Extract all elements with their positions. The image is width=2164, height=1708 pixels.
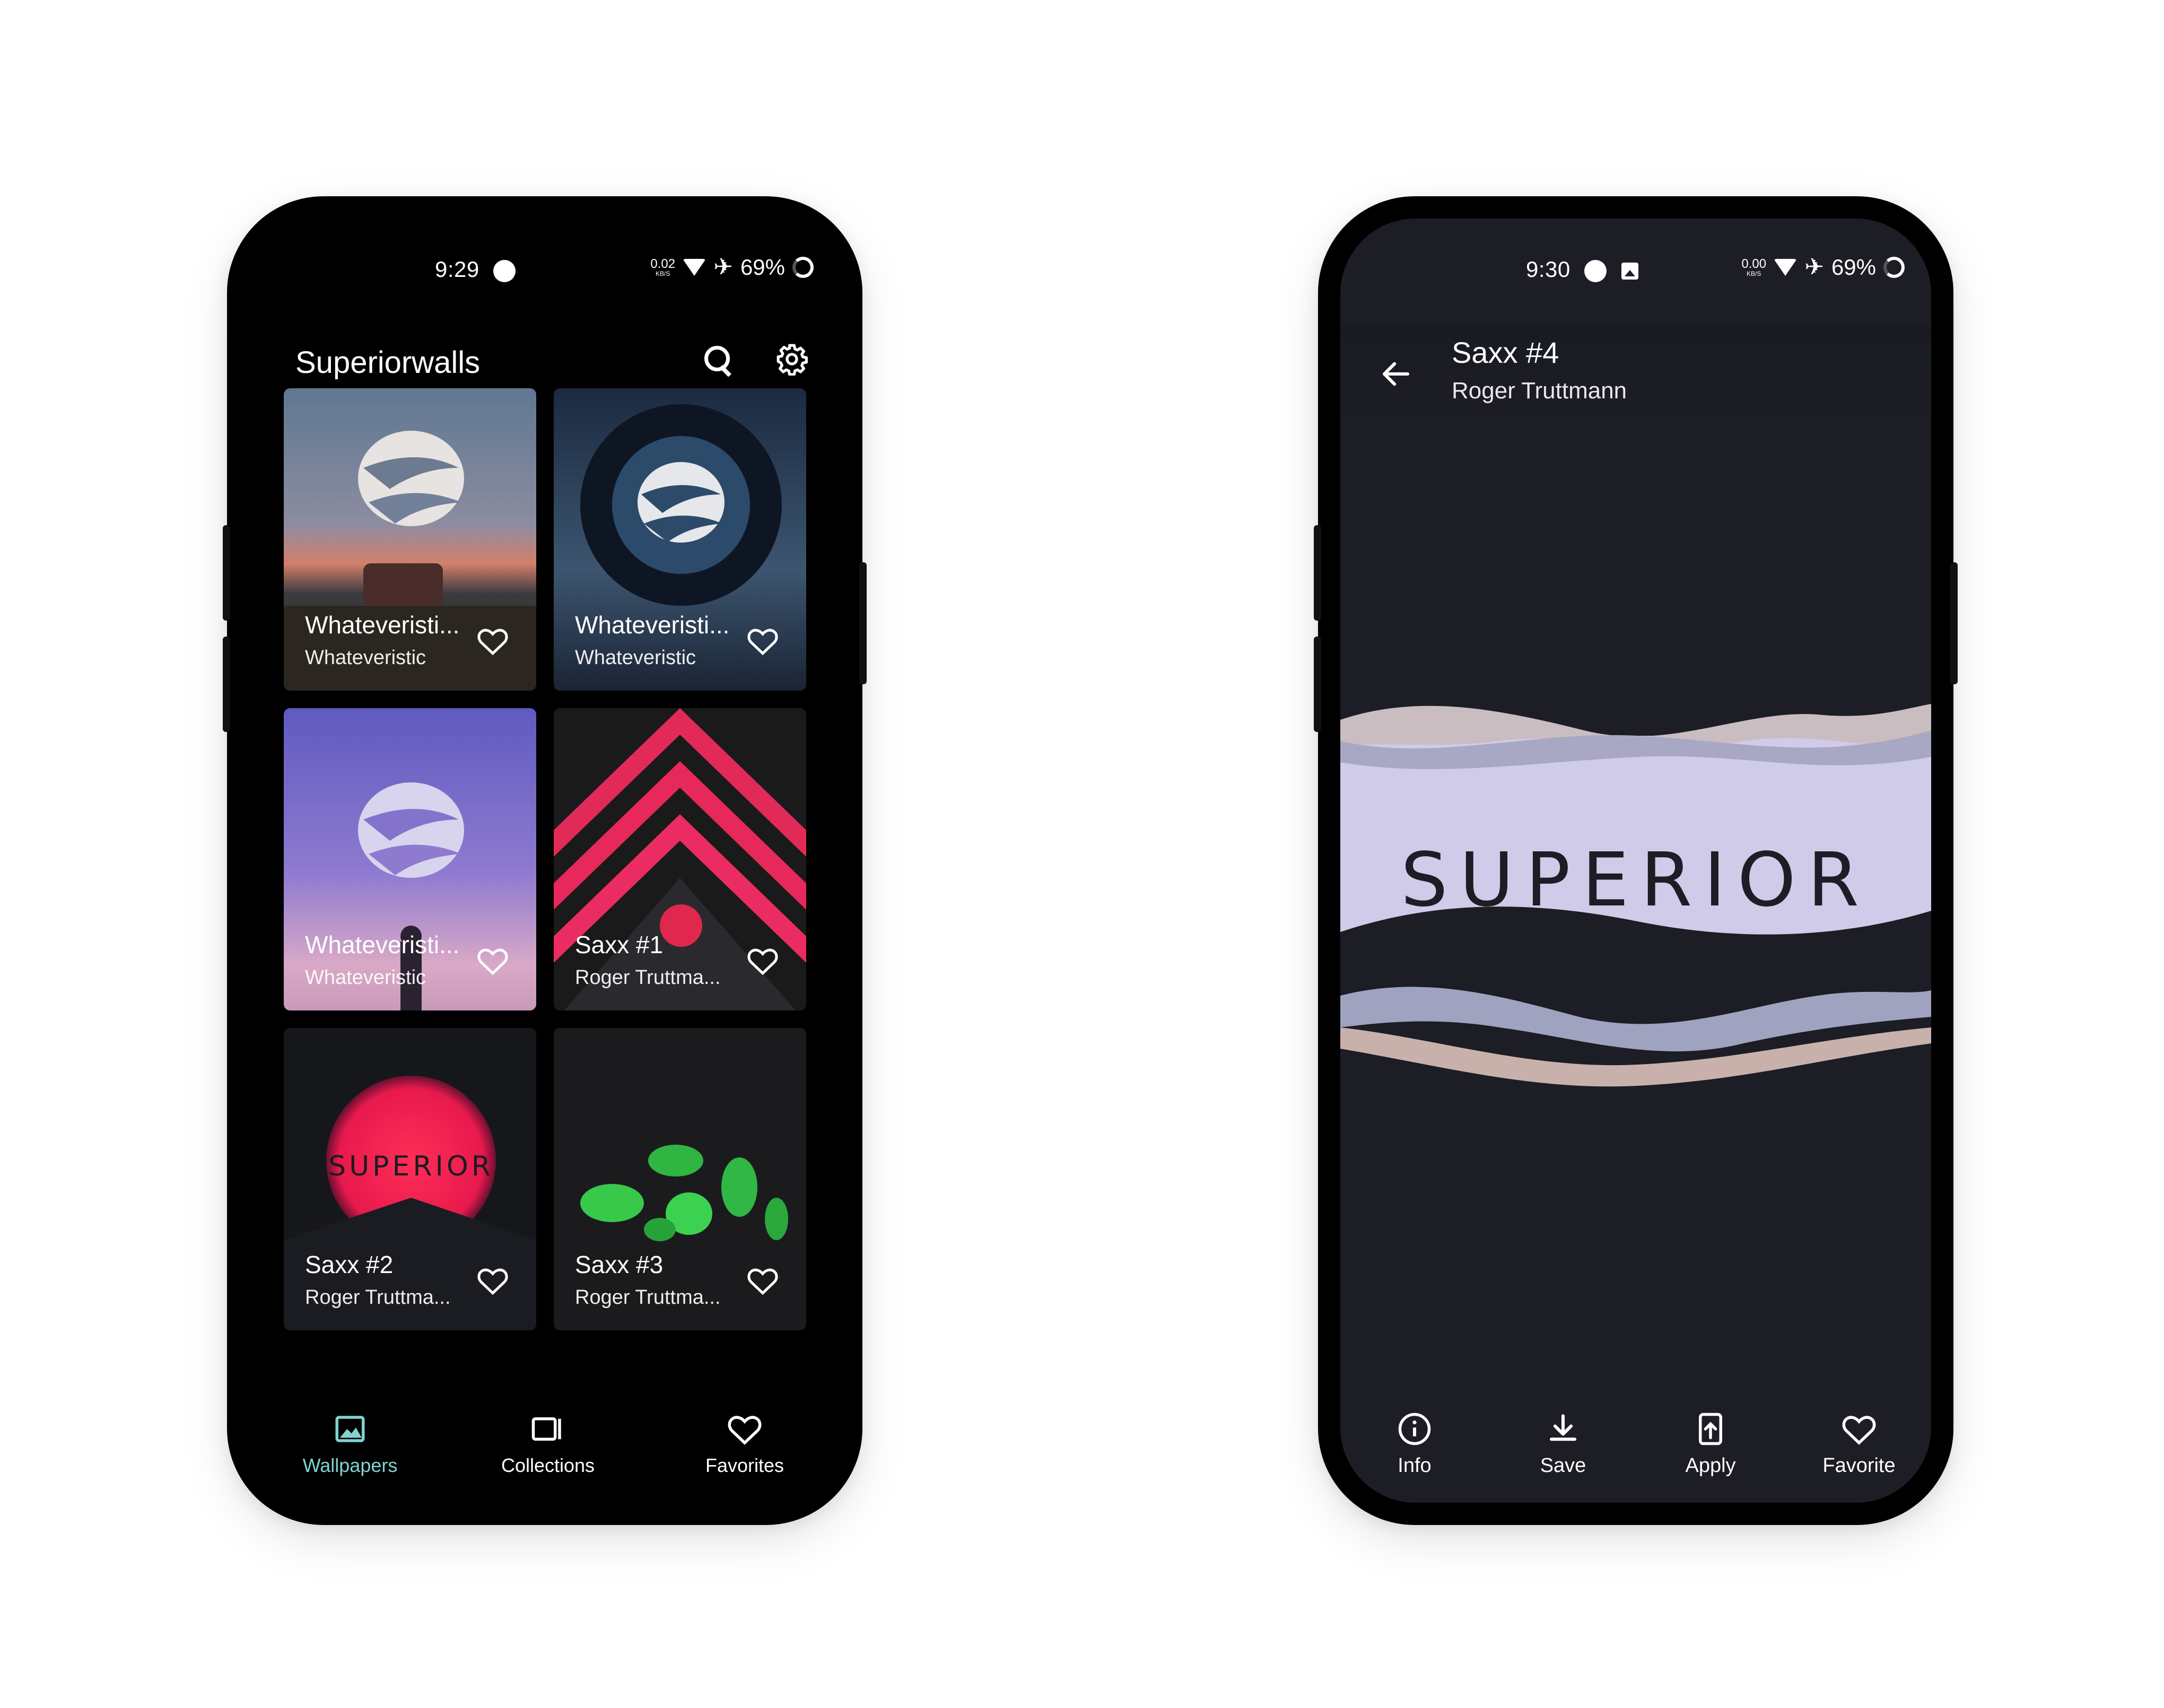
speed-value: 0.02 [650,257,676,271]
status-time: 9:30 [1526,257,1570,282]
heart-icon [728,1416,762,1445]
tile-author: Roger Truttma... [575,1286,721,1309]
wifi-icon [683,259,706,276]
network-speed: 0.02 KB/S [650,258,675,277]
status-bar: 9:30 0.00 KB/S ✈ 69% [1340,219,1931,325]
tile-author: Whateveristic [575,647,696,669]
action-label: Save [1540,1454,1586,1477]
nav-label: Collections [501,1454,595,1476]
nav-label: Wallpapers [302,1454,398,1476]
tile-title: Saxx #3 [575,1251,664,1278]
heart-icon[interactable] [477,1266,509,1295]
nav-wallpapers[interactable]: Wallpapers [270,1411,430,1477]
tile-title: Whateveristi... [575,611,730,639]
speed-unit: KB/S [656,270,670,277]
battery-percent: 69% [1831,255,1876,280]
phone-right: 9:30 0.00 KB/S ✈ 69% Saxx #4 Roger Trutt… [1314,196,1958,1525]
heart-icon[interactable] [747,626,779,656]
tile-caption: Saxx #3 Roger Truttma... [575,1250,721,1309]
wallpaper-title: Saxx #4 [1452,336,1559,369]
speed-unit: KB/S [1747,270,1761,277]
info-button[interactable]: Info [1351,1411,1478,1477]
volume-button [1314,637,1321,732]
power-button [1950,562,1958,684]
tile-caption: Whateveristi... Whateveristic [575,611,729,669]
gear-icon[interactable] [775,343,808,376]
tile-logo-text: SUPERIOR [328,1151,494,1182]
wallpaper-tile[interactable]: Whateveristi... Whateveristic [554,388,806,691]
volume-button [1314,525,1321,621]
tile-title: Whateveristi... [305,931,460,958]
info-icon [1398,1413,1431,1445]
volume-button [223,637,230,732]
image-notification-icon [1621,263,1638,280]
action-label: Favorite [1822,1454,1896,1477]
detail-header: Saxx #4 Roger Truttmann [1340,325,1931,431]
heart-icon[interactable] [477,946,509,975]
favorite-button[interactable]: Favorite [1795,1411,1923,1477]
action-bar: Info Save Apply Favorite [1340,1397,1931,1503]
notification-dot-icon [1584,260,1607,282]
volume-button [223,525,230,621]
heart-icon[interactable] [747,946,779,975]
action-label: Info [1398,1454,1432,1477]
network-speed: 0.00 KB/S [1741,258,1766,277]
heart-icon[interactable] [477,626,509,656]
action-label: Apply [1685,1454,1736,1477]
nav-favorites[interactable]: Favorites [665,1411,824,1477]
apply-button[interactable]: Apply [1647,1411,1774,1477]
wallpaper-tile[interactable]: Whateveristi... Whateveristic [284,708,536,1010]
tile-author: Roger Truttma... [305,1286,451,1309]
wallpaper-author: Roger Truttmann [1452,378,1627,404]
save-button[interactable]: Save [1499,1411,1627,1477]
airplane-icon: ✈ [1804,254,1824,280]
wallpaper-tile[interactable]: Saxx #1 Roger Truttma... [554,708,806,1010]
wifi-icon [1774,259,1797,276]
app-title: Superiorwalls [295,345,481,380]
airplane-icon: ✈ [713,254,733,280]
nav-label: Favorites [705,1454,784,1476]
notification-dot-icon [493,260,516,282]
back-arrow-icon[interactable] [1378,356,1413,391]
wallpaper-tile[interactable]: Saxx #3 Roger Truttma... [554,1028,806,1330]
tile-author: Roger Truttma... [575,966,721,989]
screen-right: 9:30 0.00 KB/S ✈ 69% Saxx #4 Roger Trutt… [1340,219,1931,1503]
battery-icon [1883,257,1905,278]
wallpaper-brand-text: SUPERIOR [1400,837,1871,923]
apply-icon [1699,1413,1722,1445]
battery-percent: 69% [740,255,785,280]
collections-icon [531,1417,561,1441]
bottom-navigation: Wallpapers Collections Favorites [249,1397,840,1503]
status-indicators: 0.02 KB/S ✈ 69% [650,255,814,280]
tile-author: Whateveristic [305,966,426,989]
search-icon[interactable] [702,344,734,376]
wallpaper-tile[interactable]: Whateveristi... Whateveristic [284,388,536,691]
download-icon [1549,1414,1577,1441]
wallpaper-tile[interactable]: SUPERIOR Saxx #2 Roger Truttma... [284,1028,536,1330]
screen-left: 9:29 0.02 KB/S ✈ 69% Superiorwalls Whate… [249,219,840,1503]
heart-icon[interactable] [747,1266,779,1295]
tile-caption: Whateveristi... Whateveristic [305,611,459,669]
battery-icon [792,257,814,278]
app-bar: Superiorwalls [249,325,840,394]
tile-title: Whateveristi... [305,611,460,639]
tile-title: Saxx #2 [305,1251,394,1278]
tile-caption: Whateveristi... Whateveristic [305,930,459,989]
tile-caption: Saxx #1 Roger Truttma... [575,930,721,989]
phone-left: 9:29 0.02 KB/S ✈ 69% Superiorwalls Whate… [223,196,867,1525]
status-time: 9:29 [435,257,479,282]
stage: 9:29 0.02 KB/S ✈ 69% Superiorwalls Whate… [0,0,2164,1708]
tile-caption: Saxx #2 Roger Truttma... [305,1250,451,1309]
power-button [859,562,867,684]
status-bar: 9:29 0.02 KB/S ✈ 69% [249,219,840,325]
tile-title: Saxx #1 [575,931,664,958]
image-icon [335,1416,365,1442]
tile-author: Whateveristic [305,647,426,669]
nav-collections[interactable]: Collections [468,1411,627,1477]
heart-icon [1842,1416,1876,1445]
status-indicators: 0.00 KB/S ✈ 69% [1741,255,1905,280]
speed-value: 0.00 [1741,257,1767,271]
